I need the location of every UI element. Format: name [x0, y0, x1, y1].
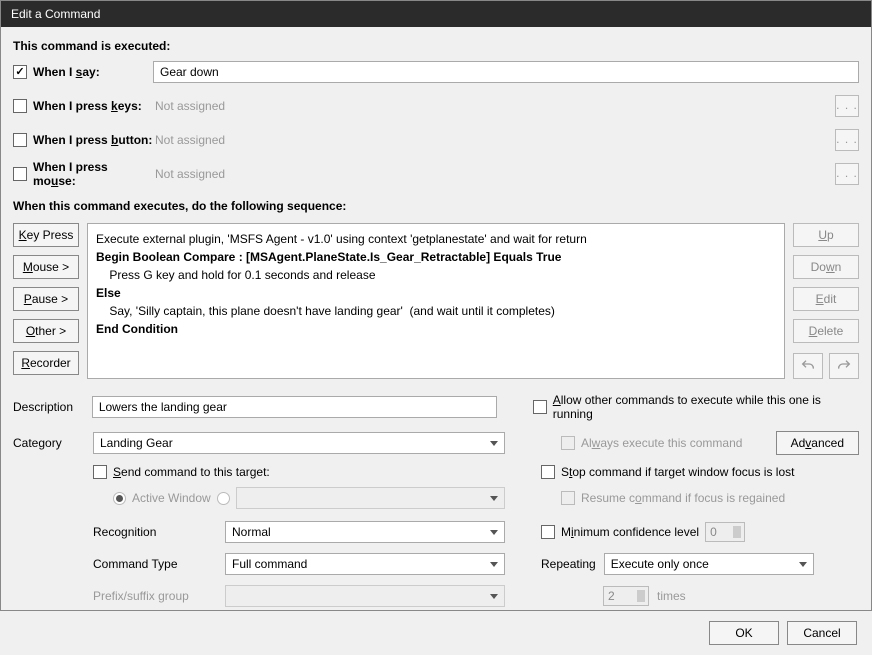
send-target-label: Send command to this target:: [113, 465, 270, 479]
advanced-button[interactable]: Advanced: [776, 431, 859, 455]
active-window-label: Active Window: [132, 491, 211, 505]
up-button[interactable]: Up: [793, 223, 859, 247]
description-input[interactable]: [92, 396, 497, 418]
mouse-button[interactable]: Mouse >: [13, 255, 79, 279]
sequence-line[interactable]: Say, 'Silly captain, this plane doesn't …: [96, 302, 776, 320]
trigger-keys-row: When I press keys: Not assigned . . .: [13, 95, 859, 117]
redo-icon: [836, 358, 852, 374]
trigger-button-checkbox[interactable]: [13, 133, 27, 147]
down-button[interactable]: Down: [793, 255, 859, 279]
always-execute-label: Always execute this command: [581, 436, 742, 450]
prefix-combo: [225, 585, 505, 607]
trigger-say-label: When I say:: [33, 65, 153, 79]
trigger-keys-label: When I press keys:: [33, 99, 153, 113]
stop-focus-label: Stop command if target window focus is l…: [561, 465, 794, 479]
min-confidence-checkbox[interactable]: [541, 525, 555, 539]
trigger-button-label: When I press button:: [33, 133, 153, 147]
prefix-label: Prefix/suffix group: [93, 589, 217, 603]
trigger-mouse-label: When I press mouse:: [33, 160, 153, 188]
always-execute-checkbox: [561, 436, 575, 450]
trigger-keys-browse-button[interactable]: . . .: [835, 95, 859, 117]
window-title: Edit a Command: [11, 7, 100, 21]
recognition-label: Recognition: [93, 525, 217, 539]
other-button[interactable]: Other >: [13, 319, 79, 343]
category-combo[interactable]: Landing Gear: [93, 432, 505, 454]
undo-icon: [800, 358, 816, 374]
trigger-button-row: When I press button: Not assigned . . .: [13, 129, 859, 151]
trigger-mouse-row: When I press mouse: Not assigned . . .: [13, 163, 859, 185]
trigger-mouse-value: Not assigned: [153, 167, 225, 181]
active-window-radio: [113, 492, 126, 505]
send-target-checkbox[interactable]: [93, 465, 107, 479]
allow-other-label: Allow other commands to execute while th…: [553, 393, 859, 421]
repeating-combo[interactable]: Execute only once: [604, 553, 814, 575]
delete-button[interactable]: Delete: [793, 319, 859, 343]
sequence-left-buttons: Key Press Mouse > Pause > Other > Record…: [13, 223, 79, 379]
sequence-line[interactable]: Execute external plugin, 'MSFS Agent - v…: [96, 230, 776, 248]
keypress-button[interactable]: Key Press: [13, 223, 79, 247]
dialog-content: This command is executed: When I say: Wh…: [1, 27, 871, 655]
trigger-button-browse-button[interactable]: . . .: [835, 129, 859, 151]
recorder-button[interactable]: Recorder: [13, 351, 79, 375]
trigger-say-row: When I say:: [13, 61, 859, 83]
edit-button[interactable]: Edit: [793, 287, 859, 311]
resume-focus-label: Resume command if focus is regained: [581, 491, 785, 505]
trigger-keys-value: Not assigned: [153, 99, 225, 113]
sequence-line[interactable]: Begin Boolean Compare : [MSAgent.PlaneSt…: [96, 248, 776, 266]
edit-command-dialog: Edit a Command This command is executed:…: [0, 0, 872, 611]
stop-focus-checkbox[interactable]: [541, 465, 555, 479]
footer-buttons: OK Cancel: [13, 621, 859, 645]
category-label: Category: [13, 436, 85, 450]
command-type-combo[interactable]: Full command: [225, 553, 505, 575]
command-type-label: Command Type: [93, 557, 217, 571]
times-label: times: [657, 589, 686, 603]
trigger-mouse-checkbox[interactable]: [13, 167, 27, 181]
description-label: Description: [13, 400, 84, 414]
target-combo: [236, 487, 505, 509]
trigger-say-input[interactable]: [153, 61, 859, 83]
recognition-combo[interactable]: Normal: [225, 521, 505, 543]
sequence-list[interactable]: Execute external plugin, 'MSFS Agent - v…: [87, 223, 785, 379]
trigger-button-value: Not assigned: [153, 133, 225, 147]
trigger-keys-checkbox[interactable]: [13, 99, 27, 113]
sequence-line[interactable]: Press G key and hold for 0.1 seconds and…: [96, 266, 776, 284]
repeating-label: Repeating: [541, 557, 596, 571]
sequence-line[interactable]: End Condition: [96, 320, 776, 338]
sequence-line[interactable]: Else: [96, 284, 776, 302]
pause-button[interactable]: Pause >: [13, 287, 79, 311]
resume-focus-checkbox: [561, 491, 575, 505]
min-confidence-spinner: 0: [705, 522, 745, 542]
triggers-heading: This command is executed:: [13, 39, 859, 53]
sequence-area: Key Press Mouse > Pause > Other > Record…: [13, 223, 859, 379]
sequence-heading: When this command executes, do the follo…: [13, 199, 859, 213]
titlebar: Edit a Command: [1, 1, 871, 27]
times-spinner: 2: [603, 586, 649, 606]
ok-button[interactable]: OK: [709, 621, 779, 645]
undo-button[interactable]: [793, 353, 823, 379]
sequence-right-buttons: Up Down Edit Delete: [793, 223, 859, 379]
redo-button[interactable]: [829, 353, 859, 379]
allow-other-checkbox[interactable]: [533, 400, 547, 414]
trigger-say-checkbox[interactable]: [13, 65, 27, 79]
cancel-button[interactable]: Cancel: [787, 621, 857, 645]
other-target-radio: [217, 492, 230, 505]
trigger-mouse-browse-button[interactable]: . . .: [835, 163, 859, 185]
min-confidence-label: Minimum confidence level: [561, 525, 699, 539]
